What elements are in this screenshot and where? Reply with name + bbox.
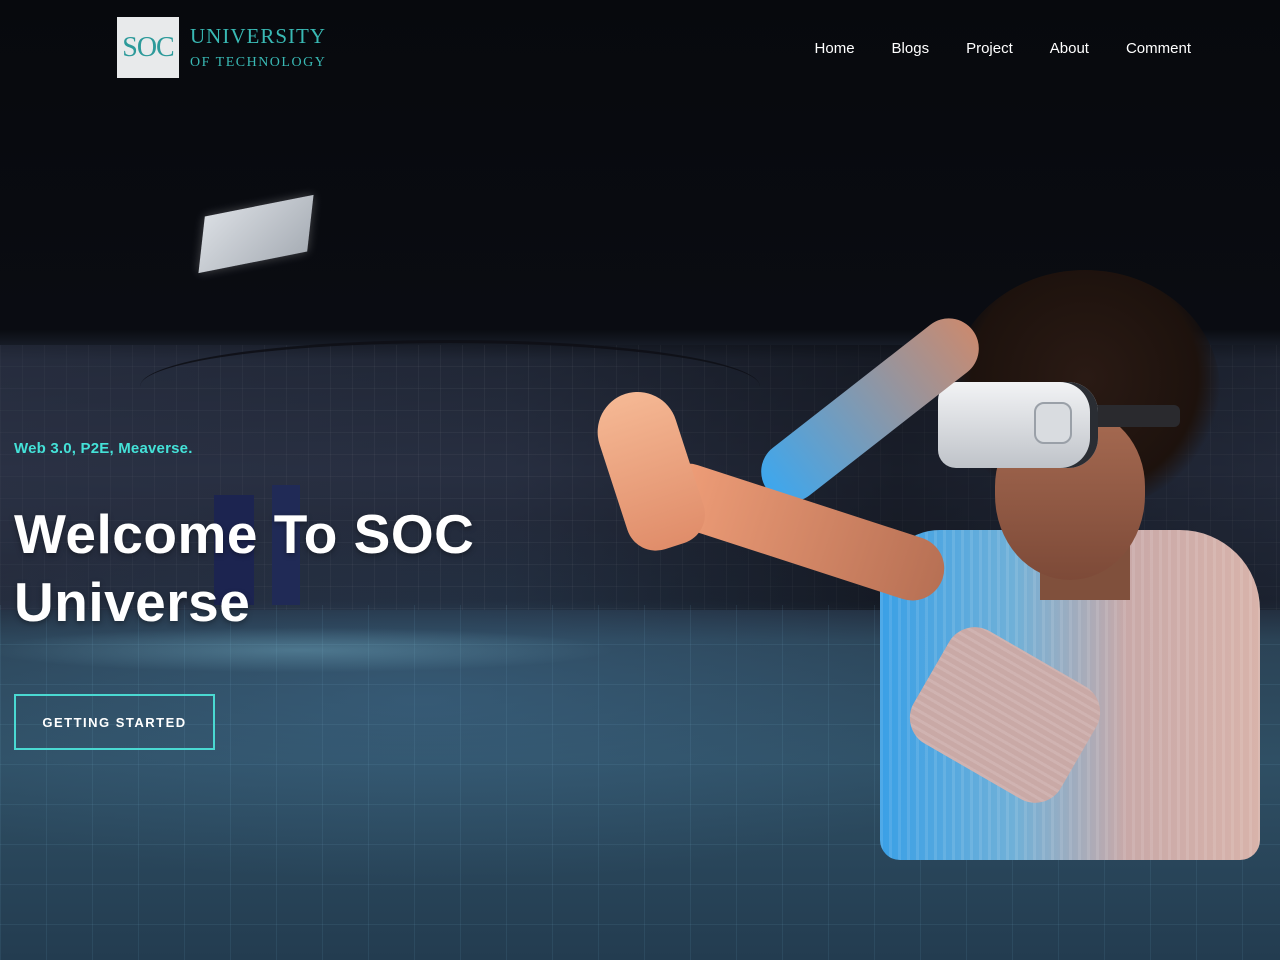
- site-logo[interactable]: SOC UNIVERSITY OF TECHNOLOGY: [117, 17, 326, 78]
- vr-headset-icon: [938, 382, 1098, 468]
- hero-background: [0, 0, 1280, 960]
- main-nav: Home Blogs Project About Comment: [815, 38, 1191, 60]
- vr-user-image: [587, 270, 1270, 870]
- headset-strap: [1090, 405, 1180, 427]
- logo-mark: SOC: [117, 17, 179, 78]
- logo-line-2: OF TECHNOLOGY: [190, 54, 327, 70]
- ceiling-light: [198, 194, 314, 274]
- logo-text: UNIVERSITY OF TECHNOLOGY: [190, 25, 326, 71]
- nav-blogs[interactable]: Blogs: [892, 38, 930, 60]
- hero-title: Welcome To SOC Universe: [14, 503, 475, 633]
- nav-home[interactable]: Home: [815, 38, 855, 60]
- site-header: SOC UNIVERSITY OF TECHNOLOGY Home Blogs …: [0, 0, 1280, 100]
- hero-tagline: Web 3.0, P2E, Meaverse.: [14, 440, 193, 457]
- getting-started-button[interactable]: GETTING STARTED: [14, 694, 215, 750]
- nav-project[interactable]: Project: [966, 38, 1013, 60]
- nav-about[interactable]: About: [1050, 38, 1089, 60]
- logo-line-1: UNIVERSITY: [190, 23, 326, 48]
- nav-comment[interactable]: Comment: [1126, 38, 1191, 60]
